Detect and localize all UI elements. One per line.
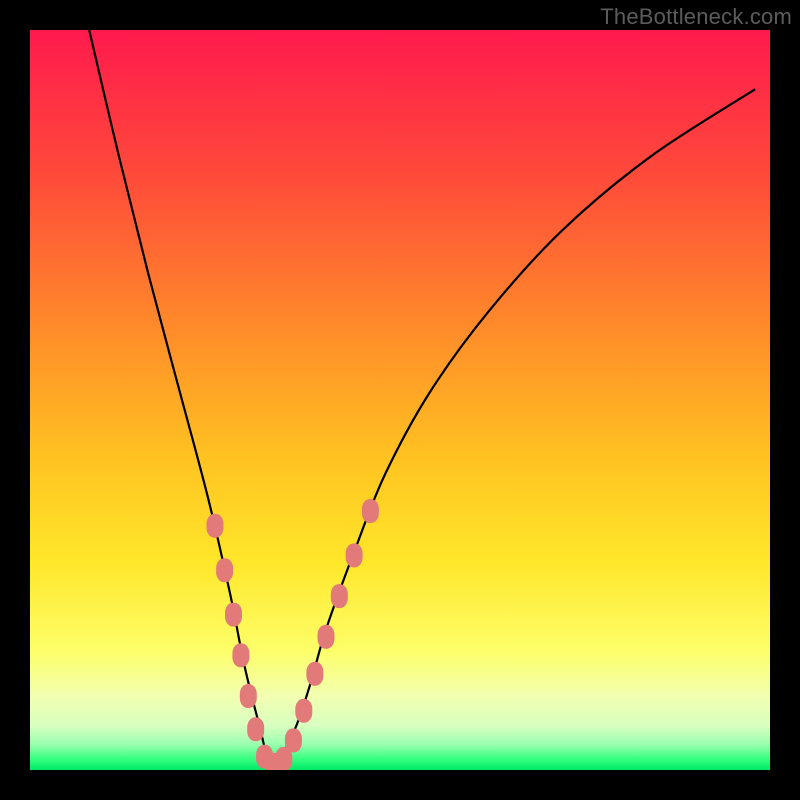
curve-marker — [247, 717, 264, 741]
chart-stage: TheBottleneck.com — [0, 0, 800, 800]
curve-markers — [207, 499, 379, 770]
curve-marker — [285, 728, 302, 752]
curve-marker — [232, 643, 249, 667]
curve-marker — [318, 625, 335, 649]
curve-layer — [30, 30, 770, 770]
curve-marker — [216, 558, 233, 582]
curve-marker — [331, 584, 348, 608]
curve-marker — [207, 514, 224, 538]
curve-marker — [240, 684, 257, 708]
curve-marker — [346, 543, 363, 567]
curve-marker — [295, 699, 312, 723]
bottleneck-curve-path — [89, 30, 755, 768]
curve-marker — [225, 603, 242, 627]
watermark-text: TheBottleneck.com — [600, 4, 792, 30]
plot-area — [30, 30, 770, 770]
curve-marker — [306, 662, 323, 686]
curve-marker — [362, 499, 379, 523]
